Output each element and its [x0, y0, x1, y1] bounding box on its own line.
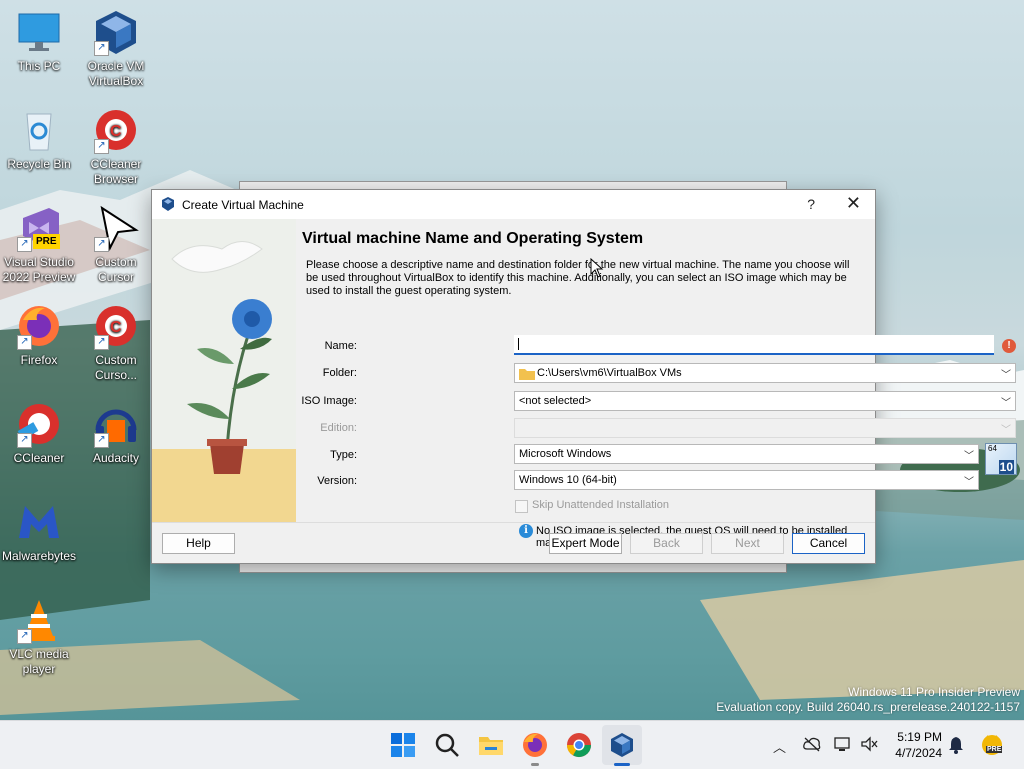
file-explorer-icon[interactable] [477, 731, 505, 759]
folder-select[interactable]: C:\Users\vm6\VirtualBox VMs ﹀ [514, 363, 1016, 383]
edition-label: Edition: [320, 422, 357, 434]
page-description: Please choose a descriptive name and des… [306, 259, 850, 297]
recycle-bin-icon [15, 106, 63, 154]
shortcut-arrow-icon: ↗ [17, 237, 32, 252]
desktop-icon-ccleaner[interactable]: ↗ CCleaner [1, 400, 77, 466]
visual-studio-icon: PRE ↗ [15, 204, 63, 252]
volume-muted-icon[interactable] [860, 736, 878, 752]
edition-select[interactable]: ﹀ [514, 418, 1016, 438]
virtualbox-icon [162, 197, 174, 211]
desktop-icon-audacity[interactable]: ↗ Audacity [78, 400, 154, 466]
dialog-title: Create Virtual Machine [182, 198, 304, 212]
help-icon[interactable]: ? [807, 196, 815, 212]
desktop-icon-this-pc[interactable]: This PC [1, 8, 77, 74]
shortcut-arrow-icon: ↗ [17, 335, 32, 350]
svg-text:C: C [110, 123, 122, 140]
cursor-icon: ↗ [92, 204, 140, 252]
chrome-icon[interactable] [565, 731, 593, 759]
os-type-icon: 64 10 [985, 443, 1017, 475]
notification-bell-icon[interactable] [948, 736, 964, 754]
chevron-down-icon: ﹀ [1001, 425, 1011, 436]
insider-badge[interactable]: PRE [980, 733, 1004, 757]
version-label: Version: [317, 475, 357, 487]
windows-watermark: Windows 11 Pro Insider Preview Evaluatio… [716, 685, 1020, 714]
name-label: Name: [324, 340, 357, 352]
version-select[interactable]: Windows 10 (64-bit) ﹀ [514, 470, 979, 490]
mouse-cursor-icon [590, 258, 604, 278]
vlc-icon: ↗ [15, 596, 63, 644]
firefox-running-indicator [531, 763, 539, 766]
type-label: Type: [330, 449, 357, 461]
desktop-icon-vlc[interactable]: ↗ VLC media player [1, 596, 77, 677]
desktop-icon-visual-studio[interactable]: PRE ↗ Visual Studio 2022 Preview [1, 204, 77, 285]
shortcut-arrow-icon: ↗ [94, 41, 109, 56]
virtualbox-icon[interactable] [608, 731, 636, 759]
next-button[interactable]: Next [711, 533, 784, 554]
desktop-icon-recycle-bin[interactable]: Recycle Bin [1, 106, 77, 172]
skip-unattended-label: Skip Unattended Installation [532, 499, 669, 511]
insider-cat-icon [982, 735, 1002, 755]
chevron-down-icon: ﹀ [1001, 398, 1011, 409]
shortcut-arrow-icon: ↗ [94, 433, 109, 448]
desktop-icon-ccleaner-browser[interactable]: C ↗ CCleaner Browser [78, 106, 154, 187]
clock[interactable]: 5:19 PM 4/7/2024 [895, 729, 942, 761]
desktop-icon-virtualbox[interactable]: ↗ Oracle VM VirtualBox [78, 8, 154, 89]
ccleaner-icon: C ↗ [92, 302, 140, 350]
malwarebytes-icon [15, 498, 63, 546]
desktop-icon-firefox[interactable]: ↗ Firefox [1, 302, 77, 368]
warning-icon: ! [1002, 339, 1016, 353]
skip-unattended-checkbox[interactable] [515, 500, 528, 513]
iso-image-select[interactable]: <not selected> ﹀ [514, 391, 1016, 411]
dialog-button-bar: Help Expert Mode Back Next Cancel [152, 522, 875, 564]
wizard-page: Virtual machine Name and Operating Syste… [301, 219, 1017, 549]
shortcut-arrow-icon: ↗ [17, 433, 32, 448]
svg-text:C: C [110, 319, 122, 336]
close-icon[interactable]: ✕ [846, 193, 861, 214]
taskbar: ︿ 5:19 PM 4/7/2024 PRE [0, 720, 1024, 769]
chevron-up-icon[interactable]: ︿ [773, 737, 786, 756]
pre-badge: PRE [33, 234, 60, 249]
desktop-icon-malwarebytes[interactable]: Malwarebytes [1, 498, 77, 564]
type-select[interactable]: Microsoft Windows ﹀ [514, 444, 979, 464]
firefox-icon: ↗ [15, 302, 63, 350]
folder-icon [519, 369, 535, 380]
create-vm-dialog: Create Virtual Machine ? ✕ Virtual machi… [151, 189, 1017, 564]
monitor-icon [15, 8, 63, 56]
help-button[interactable]: Help [162, 533, 235, 554]
chevron-down-icon: ﹀ [964, 451, 974, 462]
search-icon[interactable] [433, 731, 461, 759]
virtualbox-active-indicator [614, 763, 630, 766]
shortcut-arrow-icon: ↗ [94, 237, 109, 252]
desktop-icon-custom-cursor-2[interactable]: C ↗ Custom Curso... [78, 302, 154, 383]
shortcut-arrow-icon: ↗ [94, 139, 109, 154]
expert-mode-button[interactable]: Expert Mode [549, 533, 622, 554]
cancel-button[interactable]: Cancel [792, 533, 865, 554]
name-input[interactable] [514, 335, 994, 355]
ccleaner-browser-icon: C ↗ [92, 106, 140, 154]
chevron-down-icon: ﹀ [1001, 370, 1011, 381]
firefox-icon[interactable] [521, 731, 549, 759]
ccleaner-icon: ↗ [15, 400, 63, 448]
shortcut-arrow-icon: ↗ [17, 629, 32, 644]
desktop-icon-custom-cursor[interactable]: ↗ Custom Cursor [78, 204, 154, 285]
page-title: Virtual machine Name and Operating Syste… [302, 230, 644, 247]
cloud-sync-icon[interactable] [803, 736, 821, 752]
shortcut-arrow-icon: ↗ [94, 335, 109, 350]
audacity-icon: ↗ [92, 400, 140, 448]
folder-label: Folder: [322, 367, 357, 379]
chevron-down-icon: ﹀ [964, 477, 974, 488]
back-button[interactable]: Back [630, 533, 703, 554]
virtualbox-icon: ↗ [92, 8, 140, 56]
network-icon[interactable] [834, 736, 852, 752]
dialog-titlebar[interactable]: Create Virtual Machine ? ✕ [152, 190, 875, 219]
iso-label: ISO Image: [301, 395, 357, 407]
start-icon[interactable] [389, 731, 417, 759]
